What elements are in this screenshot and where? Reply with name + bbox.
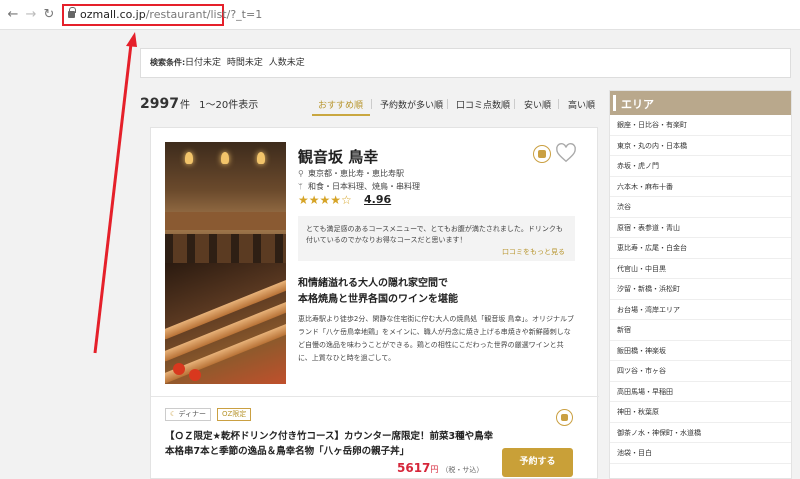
result-count: 2997件 1〜20件表示 [140, 96, 258, 112]
sort-divider [558, 99, 559, 109]
tomato-decoration [173, 363, 185, 375]
url-text: ozmall.co.jp/restaurant/list/?_t=1 [80, 8, 262, 21]
restaurant-genre-text: 和食・日本料理、焼鳥・串料理 [308, 182, 420, 191]
sort-tab-review-score[interactable]: 口コミ点数順 [456, 98, 510, 111]
fork-icon: ᛘ [298, 182, 303, 191]
location-pin-icon: ⚲ [298, 169, 304, 178]
search-conditions-value: 日付未定 時間未定 人数未定 [185, 58, 305, 68]
reload-icon[interactable]: ↻ [42, 7, 56, 23]
url-path: /restaurant/list/?_t=1 [145, 8, 263, 21]
dinner-tag: ☾ ディナー [165, 408, 212, 421]
restaurant-location: ⚲ 東京都・恵比寿・恵比寿駅 [298, 168, 404, 179]
area-item[interactable]: 代官山・中目黒 [610, 259, 791, 279]
header-accent-bar [613, 95, 616, 111]
restaurant-interior-photo[interactable] [165, 142, 286, 263]
area-item[interactable]: 銀座・日比谷・有楽町 [610, 115, 791, 136]
area-sidebar: エリア 銀座・日比谷・有楽町 東京・丸の内・日本橋 赤坂・虎ノ門 六本木・麻布十番 渋谷… [609, 90, 792, 479]
price-unit: 円 [430, 465, 439, 474]
sort-divider [447, 99, 448, 109]
area-item[interactable]: 恵比寿・広尾・白金台 [610, 238, 791, 259]
lamp-decoration [257, 152, 265, 164]
url-host: ozmall.co.jp [80, 8, 146, 21]
reserve-button[interactable]: 予約する [502, 448, 573, 477]
plan-title[interactable]: 【ＯＺ限定★乾杯ドリンク付き竹コース】カウンター席限定！前菜3種や鳥幸本格串7本… [165, 429, 495, 459]
lamp-decoration [185, 152, 193, 164]
browser-toolbar: ← → ↻ ozmall.co.jp/restaurant/list/?_t=1 [0, 0, 800, 30]
area-item[interactable]: 飯田橋・神楽坂 [610, 341, 791, 361]
area-item[interactable]: 池袋・目白 [610, 443, 791, 464]
result-count-suffix: 件 [179, 100, 190, 111]
catchcopy-line-1: 和情緒溢れる大人の隠れ家空間で [298, 278, 448, 289]
moon-icon: ☾ [170, 410, 179, 418]
price-value: 5617 [397, 461, 431, 475]
review-text: とても満足感のあるコースメニューで、とてもお腹が満たされました。ドリンクも付いて… [306, 225, 563, 244]
forward-arrow-icon[interactable]: → [24, 7, 38, 23]
area-item[interactable]: 原宿・表参道・青山 [610, 218, 791, 238]
heart-icon[interactable] [555, 142, 577, 164]
sort-tab-cheapest[interactable]: 安い順 [524, 98, 551, 111]
sort-active-underline [312, 114, 370, 116]
card-divider [151, 396, 599, 397]
tomato-decoration [189, 369, 201, 381]
area-list: 銀座・日比谷・有楽町 東京・丸の内・日本橋 赤坂・虎ノ門 六本木・麻布十番 渋谷 原宿・表… [610, 115, 791, 464]
sort-tab-most-expensive[interactable]: 高い順 [568, 98, 595, 111]
area-item[interactable]: 高田馬場・早稲田 [610, 382, 791, 402]
restaurant-genre: ᛘ 和食・日本料理、焼鳥・串料理 [298, 181, 420, 192]
dinner-tag-label: ディナー [178, 410, 207, 418]
search-conditions-label: 検索条件: [150, 58, 186, 67]
sort-tab-reservations[interactable]: 予約数が多い順 [380, 98, 443, 111]
lock-icon [68, 7, 76, 18]
restaurant-description: 恵比寿駅より徒歩2分、閑静な住宅街に佇む大人の焼鳥処「観音坂 鳥幸」。オリジナル… [298, 315, 575, 362]
plan-special-badge-icon [556, 409, 573, 426]
area-item[interactable]: 東京・丸の内・日本橋 [610, 136, 791, 156]
search-conditions-bar[interactable]: 検索条件: 日付未定 時間未定 人数未定 [140, 48, 791, 78]
rating-stars: ★★★★☆ [298, 193, 352, 207]
special-badge-icon [533, 145, 551, 163]
area-item[interactable]: 神田・秋葉原 [610, 402, 791, 423]
restaurant-card[interactable]: 観音坂 鳥幸 ⚲ 東京都・恵比寿・恵比寿駅 ᛘ 和食・日本料理、焼鳥・串料理 ★★★… [150, 127, 599, 479]
address-bar[interactable]: ozmall.co.jp/restaurant/list/?_t=1 [62, 4, 262, 26]
counter-decoration [165, 212, 286, 230]
price-tax-note: （税・サ込） [441, 466, 484, 474]
lamp-decoration [221, 152, 229, 164]
result-count-number: 2997 [140, 96, 179, 112]
yakitori-photo[interactable] [165, 263, 286, 384]
back-arrow-icon[interactable]: ← [6, 7, 20, 23]
catchcopy-line-2: 本格焼鳥と世界各国のワインを堪能 [298, 294, 458, 305]
area-item[interactable]: 赤坂・虎ノ門 [610, 156, 791, 177]
sort-tab-recommended[interactable]: おすすめ順 [318, 98, 363, 111]
oz-limited-tag: OZ限定 [217, 408, 252, 421]
area-item[interactable]: 渋谷 [610, 197, 791, 218]
area-item[interactable]: お台場・湾岸エリア [610, 300, 791, 320]
rating-value[interactable]: 4.96 [364, 193, 391, 206]
restaurant-location-text: 東京都・恵比寿・恵比寿駅 [308, 169, 404, 178]
area-item[interactable]: 六本木・麻布十番 [610, 177, 791, 197]
area-sidebar-header: エリア [610, 91, 791, 115]
area-sidebar-title: エリア [621, 98, 654, 111]
area-item[interactable]: 汐留・新橋・浜松町 [610, 279, 791, 300]
review-snippet: とても満足感のあるコースメニューで、とてもお腹が満たされました。ドリンクも付いて… [298, 216, 575, 261]
area-item[interactable]: 四ツ谷・市ヶ谷 [610, 361, 791, 382]
more-reviews-link[interactable]: 口コミをもっと見る [502, 247, 565, 257]
area-item[interactable]: 新宿 [610, 320, 791, 341]
stools-decoration [165, 234, 286, 263]
restaurant-catchcopy: 和情緒溢れる大人の隠れ家空間で 本格焼鳥と世界各国のワインを堪能 [298, 276, 578, 308]
area-item[interactable]: 御茶ノ水・神保町・水道橋 [610, 423, 791, 443]
sort-divider [514, 99, 515, 109]
plan-price: 5617円 （税・サ込） [397, 461, 483, 475]
result-range: 1〜20件表示 [199, 100, 259, 111]
sort-divider [371, 99, 372, 109]
restaurant-name[interactable]: 観音坂 鳥幸 [298, 146, 378, 167]
